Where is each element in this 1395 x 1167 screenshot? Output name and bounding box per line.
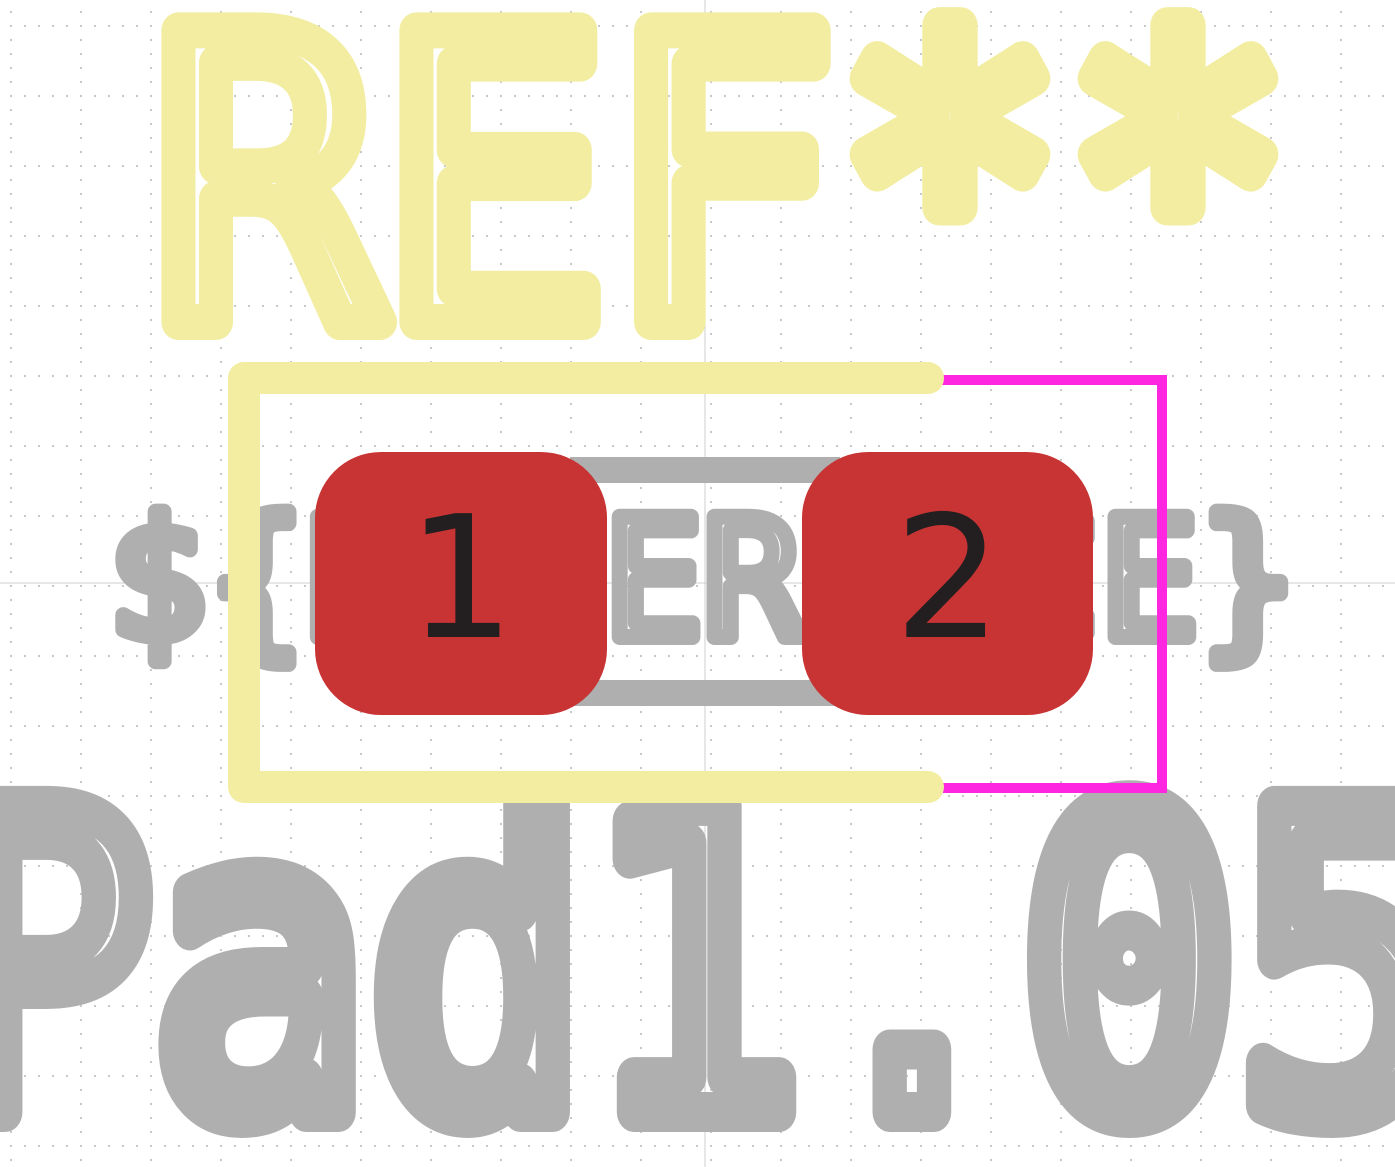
pad-1-number: 1 <box>407 480 515 678</box>
svg-text:REF**: REF** <box>152 0 1292 417</box>
pcb-editor-canvas[interactable]: Pad1.05 ${REFERENCE} REF** 1 2 <box>0 0 1395 1167</box>
pad-2-number: 2 <box>894 480 1002 678</box>
pad-1[interactable]: 1 <box>315 452 607 715</box>
fab-reference-text[interactable]: ${REFERENCE} <box>100 476 1306 684</box>
pad-2[interactable]: 2 <box>802 452 1093 715</box>
silkscreen-reference-text[interactable]: REF** <box>134 0 1310 435</box>
